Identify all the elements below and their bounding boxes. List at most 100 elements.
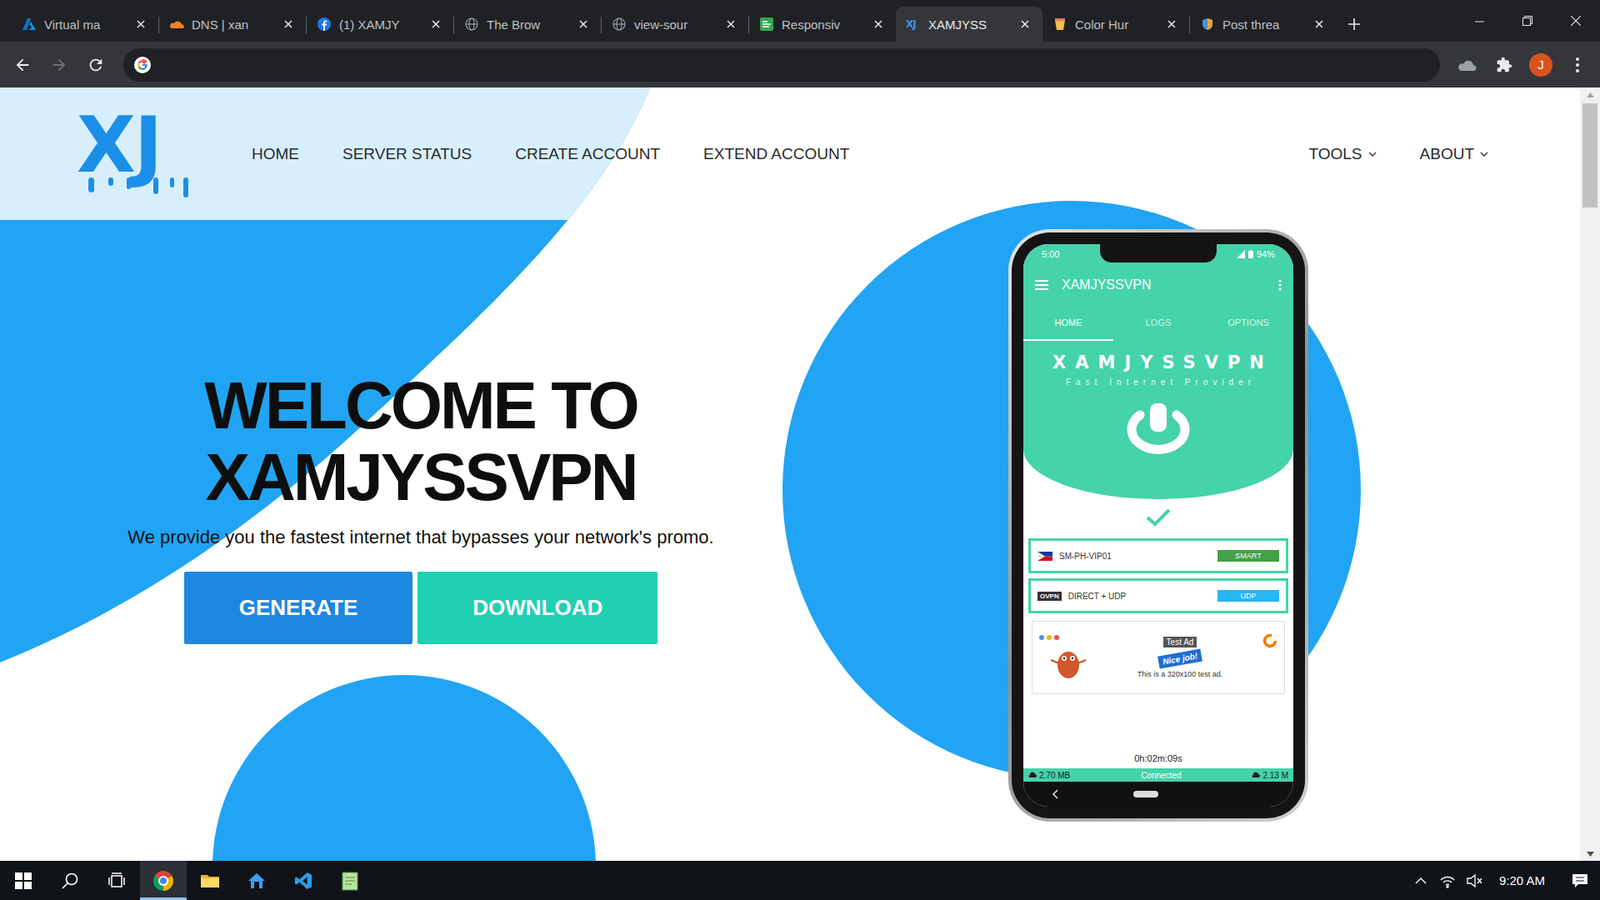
close-icon[interactable] — [280, 16, 296, 32]
browser-tab[interactable]: XJXAMJYSS — [895, 6, 1043, 42]
close-icon[interactable] — [428, 16, 444, 32]
tab-separator — [1189, 16, 1190, 34]
clock[interactable]: 9:20 AM — [1487, 873, 1560, 888]
ovpn-icon: OVPN — [1037, 591, 1062, 601]
minimize-button[interactable] — [1455, 0, 1504, 42]
extension-button[interactable] — [1451, 49, 1484, 81]
protocol-selector[interactable]: OVPNDIRECT + UDPUDP — [1028, 578, 1289, 614]
app-tab-label: HOME — [1055, 317, 1083, 328]
nav-link[interactable]: SERVER STATUS — [342, 145, 472, 164]
upload-amount: 2.13 M — [1262, 770, 1289, 780]
close-icon[interactable] — [723, 16, 739, 32]
omnibox[interactable] — [123, 48, 1440, 82]
site-logo[interactable]: XJ — [76, 107, 202, 201]
close-icon[interactable] — [1017, 16, 1033, 32]
nav-link[interactable]: EXTEND ACCOUNT — [703, 145, 850, 164]
system-tray: 9:20 AM — [1407, 860, 1600, 900]
reload-icon — [86, 55, 105, 75]
browser-tab[interactable]: DNS | xan — [159, 6, 306, 42]
azure-favicon-icon — [21, 16, 37, 32]
taskbar-item[interactable] — [46, 860, 94, 900]
clock-time: 9:20 AM — [1499, 873, 1545, 888]
viewport: XJ HOME SERVER STATUS CREATE ACCOUNT EXTEND … — [0, 87, 1600, 861]
tab-title: Color Hur — [1075, 17, 1157, 32]
scroll-track — [1580, 101, 1600, 847]
scroll-up-button[interactable] — [1580, 87, 1600, 102]
server-selector[interactable]: SM-PH-VIP01 SMART — [1028, 538, 1289, 574]
home-pill[interactable] — [1133, 790, 1159, 798]
close-icon[interactable] — [1311, 16, 1327, 32]
volume-button[interactable] — [1460, 860, 1488, 900]
status-check — [1023, 499, 1294, 536]
main-nav: HOME SERVER STATUS CREATE ACCOUNT EXTEND AC… — [251, 145, 850, 164]
show-hidden-icons[interactable] — [1407, 860, 1435, 900]
close-window-button[interactable] — [1551, 0, 1600, 42]
explorer-icon — [200, 872, 220, 890]
browser-tab[interactable]: (1) XAMJY — [306, 6, 454, 42]
test-ad[interactable]: Test AdNice job!This is a 320x100 test a… — [1031, 620, 1285, 695]
nav-link[interactable]: HOME — [251, 145, 300, 164]
browser-tab[interactable]: view-sour — [601, 6, 749, 42]
action-center-button[interactable] — [1560, 860, 1600, 900]
ad-bubble: Nice job! — [1157, 649, 1203, 670]
app-tab[interactable]: LOGS — [1113, 305, 1204, 341]
logo-text: XJ — [76, 107, 202, 185]
nav-dropdown[interactable]: TOOLS — [1308, 145, 1376, 164]
browser-tab[interactable]: Post threa — [1190, 6, 1337, 42]
button-label: DOWNLOAD — [472, 595, 603, 621]
taskbar-item[interactable] — [93, 860, 140, 900]
ovpn-label: OVPN — [1040, 592, 1060, 600]
back-button[interactable] — [6, 49, 39, 81]
hero-title: XAMJYSSVPN — [205, 441, 637, 514]
hero-button[interactable]: GENERATE — [184, 571, 414, 645]
scroll-down-button[interactable] — [1580, 846, 1600, 861]
taskbar-item[interactable] — [186, 860, 234, 900]
selector-label: SM-PH-VIP01 — [1059, 551, 1112, 561]
network-button[interactable] — [1434, 860, 1461, 900]
app-tab[interactable]: OPTIONS — [1203, 305, 1294, 341]
taskbar-item[interactable] — [326, 860, 374, 900]
extensions-button[interactable] — [1488, 49, 1520, 81]
address-field[interactable] — [160, 56, 1430, 74]
taskbar-item[interactable] — [140, 860, 187, 900]
button-label: GENERATE — [239, 595, 359, 621]
app-tab[interactable]: HOME — [1023, 305, 1114, 341]
scrollbar[interactable] — [1580, 87, 1600, 861]
tab-separator — [305, 16, 307, 34]
google-icon — [133, 55, 152, 75]
reload-button[interactable] — [80, 49, 112, 81]
taskbar-item[interactable] — [233, 860, 280, 900]
browser-tab[interactable]: The Brow — [454, 6, 601, 42]
close-icon[interactable] — [870, 16, 886, 32]
profile-button[interactable]: J — [1525, 49, 1557, 81]
browser-tab[interactable]: Color Hur — [1042, 6, 1190, 42]
forward-button — [43, 49, 75, 81]
badge-label: SMART — [1235, 551, 1261, 560]
connection-timer: 0h:02m:09s — [1023, 753, 1294, 769]
restore-button[interactable] — [1503, 0, 1552, 42]
browser-tab[interactable]: Responsiv — [749, 6, 896, 42]
back-icon[interactable] — [1051, 789, 1059, 800]
signal-icon — [1236, 250, 1245, 259]
hamburger-icon[interactable] — [1035, 280, 1049, 290]
nav-dropdown[interactable]: ABOUT — [1420, 145, 1489, 164]
scroll-thumb[interactable] — [1582, 103, 1598, 208]
taskbar-item[interactable] — [280, 860, 327, 900]
nav-link[interactable]: CREATE ACCOUNT — [515, 145, 660, 164]
spacer — [1023, 699, 1294, 754]
close-icon[interactable] — [133, 16, 149, 32]
close-icon[interactable] — [1164, 16, 1180, 32]
taskbar-item[interactable] — [0, 860, 47, 900]
chevron-down-icon — [1480, 151, 1489, 157]
back-icon — [13, 55, 32, 75]
hero-button[interactable]: DOWNLOAD — [417, 571, 658, 645]
notification-icon — [1571, 873, 1589, 889]
power-icon[interactable] — [1115, 403, 1202, 457]
hero-title: WELCOME TO — [204, 370, 638, 442]
menu-button[interactable] — [1561, 49, 1594, 81]
overflow-menu-icon[interactable] — [1278, 279, 1282, 291]
new-tab-button[interactable] — [1336, 6, 1372, 42]
close-icon[interactable] — [575, 16, 591, 32]
nav-link: TOOLS — [1308, 145, 1362, 164]
browser-tab[interactable]: Virtual ma — [11, 6, 159, 42]
